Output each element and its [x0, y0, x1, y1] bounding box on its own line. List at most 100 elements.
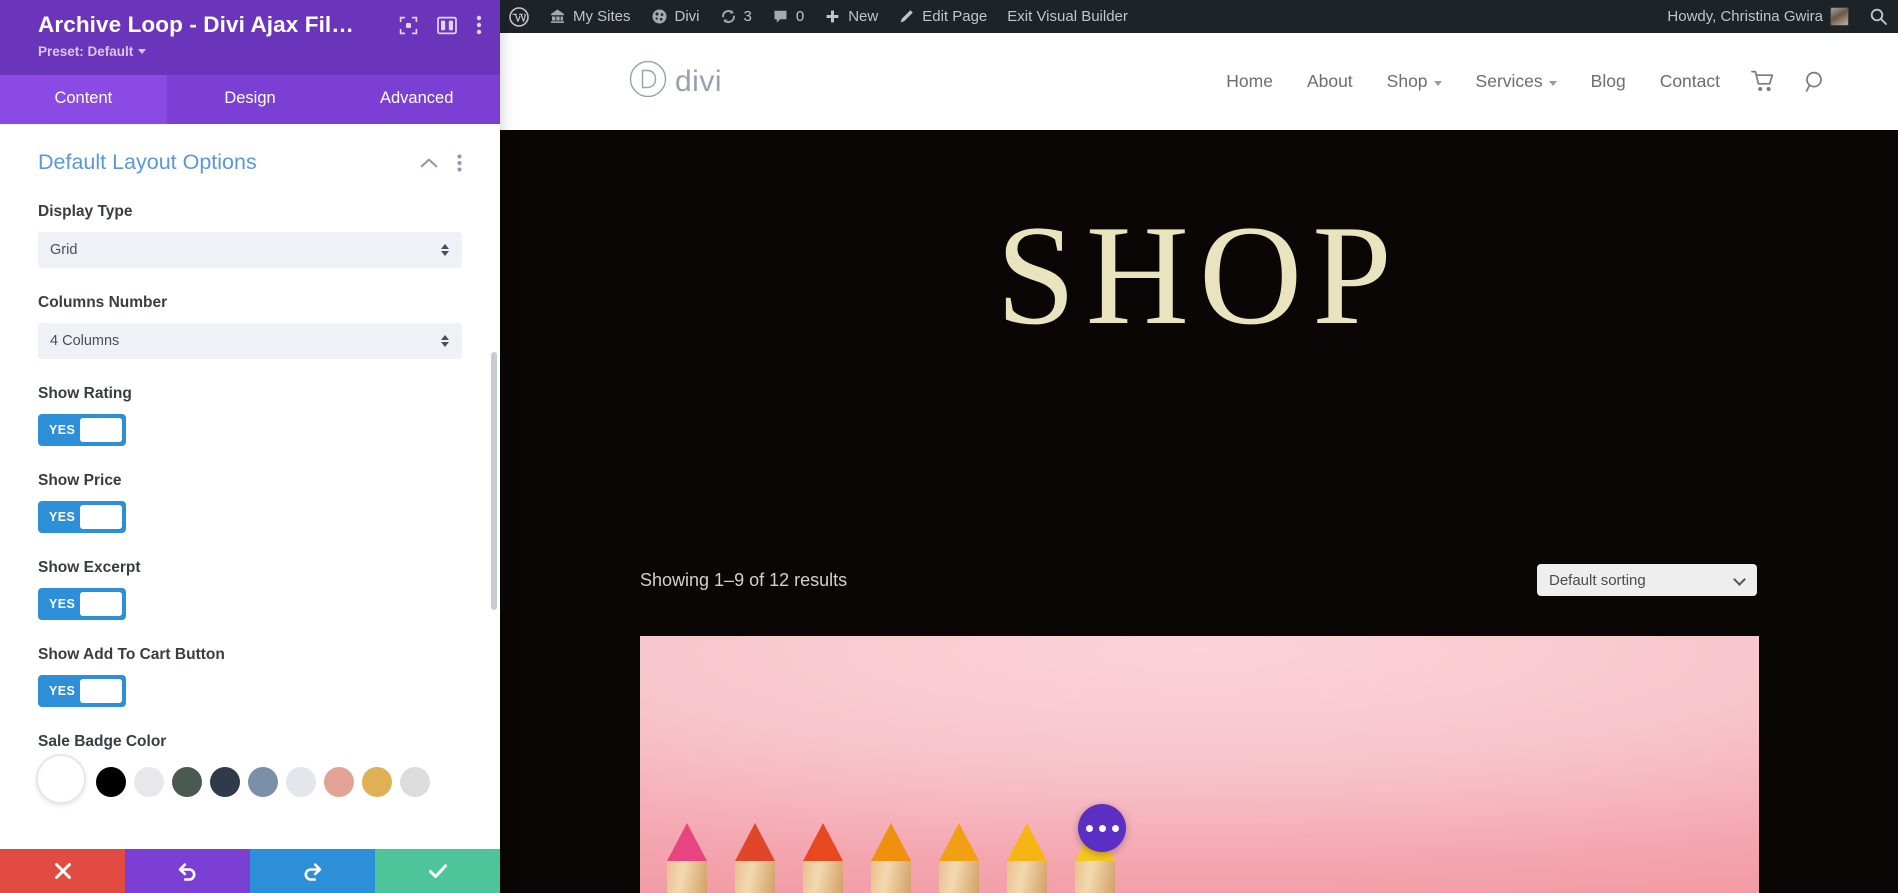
- field-show-add-to-cart-button-label: Show Add To Cart Button: [38, 646, 225, 663]
- admin-bar-my-sites[interactable]: My Sites: [539, 0, 641, 33]
- field-show-price: Show Price YES: [38, 472, 462, 533]
- admin-bar-divi[interactable]: Divi: [641, 0, 710, 33]
- toggle-knob: [80, 592, 122, 616]
- site-nav: Home About Shop Services Blog Contact: [1209, 70, 1842, 94]
- show-excerpt-toggle[interactable]: YES: [38, 588, 126, 620]
- undo-button[interactable]: [125, 849, 250, 893]
- cancel-button[interactable]: [0, 849, 125, 893]
- nav-item-home[interactable]: Home: [1209, 71, 1290, 92]
- color-swatch[interactable]: [96, 767, 126, 797]
- admin-bar-my-sites-label: My Sites: [573, 8, 631, 25]
- page-content: SHOP Showing 1–9 of 12 results Default s…: [500, 130, 1898, 893]
- tab-advanced-label: Advanced: [379, 89, 454, 107]
- admin-bar-exit-visual-builder[interactable]: Exit Visual Builder: [997, 0, 1138, 33]
- circled-d-icon: [628, 59, 668, 104]
- caret-down-icon: [138, 49, 147, 54]
- tab-advanced[interactable]: Advanced: [333, 75, 500, 124]
- columns-number-select[interactable]: 4 Columns: [38, 323, 462, 359]
- sort-arrows-icon: [441, 335, 449, 347]
- module-settings-panel: Archive Loop - Divi Ajax Filt... Preset:…: [0, 0, 500, 893]
- sort-arrows-icon: [441, 244, 449, 256]
- display-type-select[interactable]: Grid: [38, 232, 462, 268]
- settings-panel-title: Archive Loop - Divi Ajax Filt...: [38, 12, 356, 37]
- admin-bar-edit-page[interactable]: Edit Page: [888, 0, 997, 33]
- field-show-rating: Show Rating YES: [38, 385, 462, 446]
- result-count: Showing 1–9 of 12 results: [640, 569, 848, 590]
- field-columns-number-label: Columns Number: [38, 294, 168, 311]
- admin-bar-edit-page-label: Edit Page: [922, 8, 988, 25]
- wordpress-icon: [509, 6, 529, 27]
- module-actions-button[interactable]: [1078, 804, 1126, 852]
- more-dots-icon: [1111, 824, 1119, 832]
- color-swatch[interactable]: [362, 767, 392, 797]
- admin-bar-right-group: Howdy, Christina Gwira: [1658, 0, 1898, 33]
- show-add-to-cart-toggle-value: YES: [49, 684, 76, 698]
- site-logo[interactable]: divi: [628, 59, 722, 104]
- section-title: Default Layout Options: [38, 150, 257, 174]
- color-swatch[interactable]: [248, 767, 278, 797]
- panel-layout-icon[interactable]: [437, 16, 457, 35]
- shop-toolbar: Showing 1–9 of 12 results Default sortin…: [500, 564, 1898, 596]
- sorting-select-value: Default sorting: [1549, 571, 1646, 589]
- save-button[interactable]: [375, 849, 500, 893]
- color-swatch[interactable]: [324, 767, 354, 797]
- preset-label: Preset: Default: [38, 44, 134, 59]
- field-show-excerpt-label: Show Excerpt: [38, 559, 141, 576]
- nav-item-services[interactable]: Services: [1459, 71, 1574, 92]
- admin-bar-updates[interactable]: 3: [710, 0, 762, 33]
- admin-bar-search[interactable]: [1859, 0, 1898, 33]
- plus-icon: [824, 8, 841, 25]
- admin-bar-wordpress-logo[interactable]: [500, 0, 539, 33]
- nav-item-blog[interactable]: Blog: [1574, 71, 1643, 92]
- color-swatch[interactable]: [286, 767, 316, 797]
- admin-bar-exit-visual-builder-label: Exit Visual Builder: [1007, 8, 1128, 25]
- settings-tabs: Content Design Advanced: [0, 75, 500, 124]
- more-options-icon[interactable]: [476, 15, 482, 35]
- redo-button[interactable]: [250, 849, 375, 893]
- tab-content[interactable]: Content: [0, 75, 167, 124]
- settings-panel-body: Default Layout Options Display Type Grid…: [0, 124, 500, 893]
- field-show-price-label: Show Price: [38, 472, 122, 489]
- more-options-icon[interactable]: [457, 154, 462, 172]
- field-display-type-label: Display Type: [38, 203, 133, 220]
- color-swatch-selected[interactable]: [38, 756, 84, 802]
- nav-item-about[interactable]: About: [1290, 71, 1370, 92]
- section-default-layout-options[interactable]: Default Layout Options: [38, 150, 462, 175]
- nav-item-shop[interactable]: Shop: [1370, 71, 1459, 92]
- cart-icon[interactable]: [1737, 70, 1790, 93]
- tab-design-label: Design: [224, 89, 276, 107]
- admin-bar-comments[interactable]: 0: [762, 0, 814, 33]
- admin-bar-greeting: Howdy, Christina Gwira: [1667, 8, 1823, 25]
- columns-number-value: 4 Columns: [50, 333, 120, 349]
- show-rating-toggle[interactable]: YES: [38, 414, 126, 446]
- search-icon[interactable]: [1790, 70, 1842, 94]
- visual-builder-screen: My Sites Divi 3 0 New Edit Page Exit Vis…: [0, 0, 1898, 893]
- product-image[interactable]: [640, 636, 1759, 893]
- sorting-select[interactable]: Default sorting: [1537, 564, 1757, 596]
- show-add-to-cart-toggle[interactable]: YES: [38, 675, 126, 707]
- color-swatch[interactable]: [210, 767, 240, 797]
- admin-bar-account[interactable]: Howdy, Christina Gwira: [1658, 0, 1859, 33]
- color-swatch[interactable]: [400, 767, 430, 797]
- admin-bar-new[interactable]: New: [814, 0, 888, 33]
- updates-icon: [720, 8, 737, 25]
- search-icon: [1869, 7, 1888, 26]
- chevron-down-icon: [1548, 80, 1557, 86]
- sale-badge-color-swatches: [38, 756, 462, 802]
- close-icon: [54, 863, 71, 879]
- chevron-up-icon[interactable]: [420, 157, 438, 169]
- toggle-knob: [80, 505, 122, 529]
- settings-panel-scrollbar[interactable]: [491, 352, 497, 610]
- field-show-add-to-cart-button: Show Add To Cart Button YES: [38, 646, 462, 707]
- nav-item-contact[interactable]: Contact: [1643, 71, 1737, 92]
- show-price-toggle[interactable]: YES: [38, 501, 126, 533]
- tab-design[interactable]: Design: [167, 75, 334, 124]
- preset-selector[interactable]: Preset: Default: [38, 44, 147, 59]
- color-swatch[interactable]: [134, 767, 164, 797]
- settings-panel-header: Archive Loop - Divi Ajax Filt... Preset:…: [0, 0, 500, 75]
- focus-target-icon[interactable]: [399, 16, 418, 35]
- toggle-knob: [80, 679, 122, 703]
- color-swatch[interactable]: [172, 767, 202, 797]
- show-excerpt-toggle-value: YES: [49, 597, 76, 611]
- show-rating-toggle-value: YES: [49, 423, 76, 437]
